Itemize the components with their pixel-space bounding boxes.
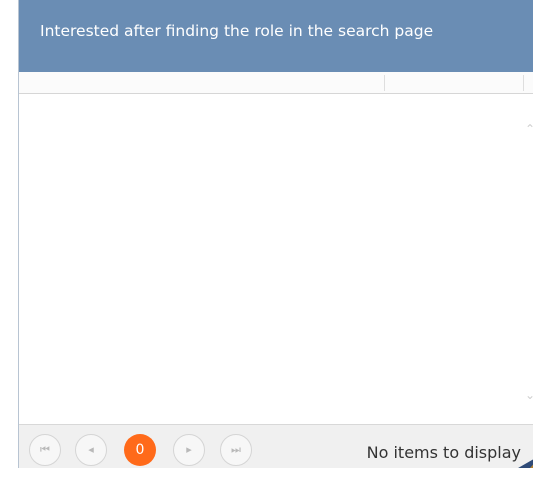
previous-page-button[interactable]: ◂: [75, 434, 107, 466]
column-divider[interactable]: [523, 75, 524, 91]
next-page-icon: ▸: [186, 443, 192, 456]
pager: ⏮ ◂ 0 ▸ ⏭ No items to display: [19, 424, 533, 468]
grid-header: [19, 72, 533, 94]
scroll-up-icon[interactable]: ⌃: [525, 123, 533, 135]
first-page-icon: ⏮: [40, 443, 50, 456]
page: Interested after finding the role in the…: [0, 0, 533, 480]
pager-status-text: No items to display: [366, 443, 521, 462]
column-divider[interactable]: [384, 75, 385, 91]
previous-page-icon: ◂: [88, 443, 94, 456]
scroll-down-icon[interactable]: ⌄: [525, 389, 533, 401]
job-interest-panel: Interested after finding the role in the…: [18, 0, 533, 468]
last-page-icon: ⏭: [231, 443, 241, 456]
current-page-button[interactable]: 0: [124, 434, 156, 466]
panel-header: Interested after finding the role in the…: [19, 0, 533, 72]
last-page-button[interactable]: ⏭: [220, 434, 252, 466]
results-grid[interactable]: ⌃ ⌄: [19, 72, 533, 422]
next-page-button[interactable]: ▸: [173, 434, 205, 466]
panel-title: Interested after finding the role in the…: [40, 22, 434, 40]
first-page-button[interactable]: ⏮: [29, 434, 61, 466]
